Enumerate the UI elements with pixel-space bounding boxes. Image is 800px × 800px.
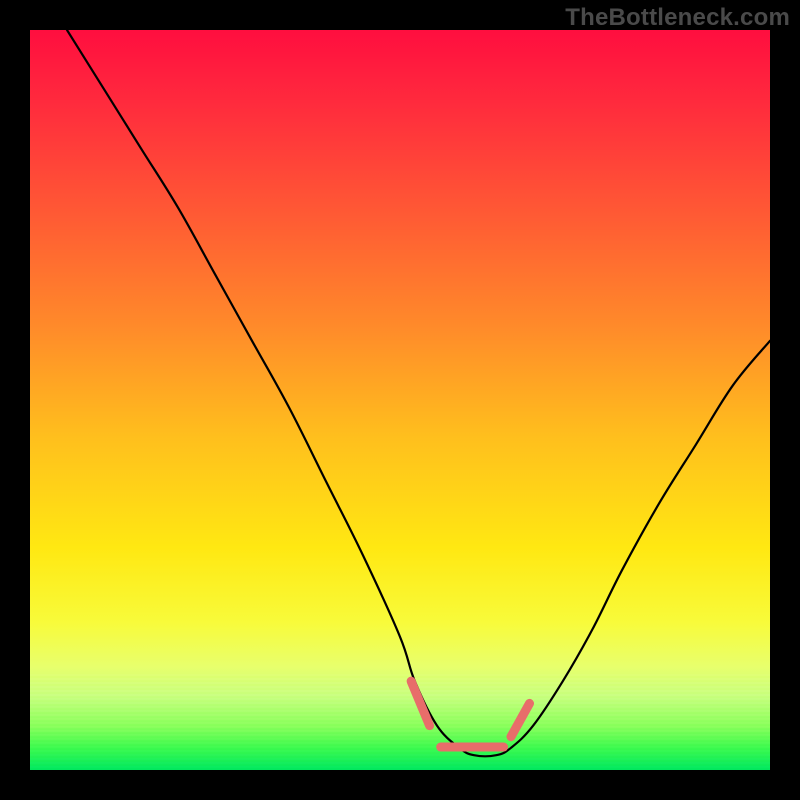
plot-area <box>30 30 770 770</box>
chart-frame: TheBottleneck.com <box>0 0 800 800</box>
bottleneck-curve <box>67 30 770 756</box>
curve-layer <box>30 30 770 770</box>
optimal-range-markers <box>411 681 529 747</box>
watermark-text: TheBottleneck.com <box>565 4 790 32</box>
optimal-marker-segment <box>411 681 430 725</box>
